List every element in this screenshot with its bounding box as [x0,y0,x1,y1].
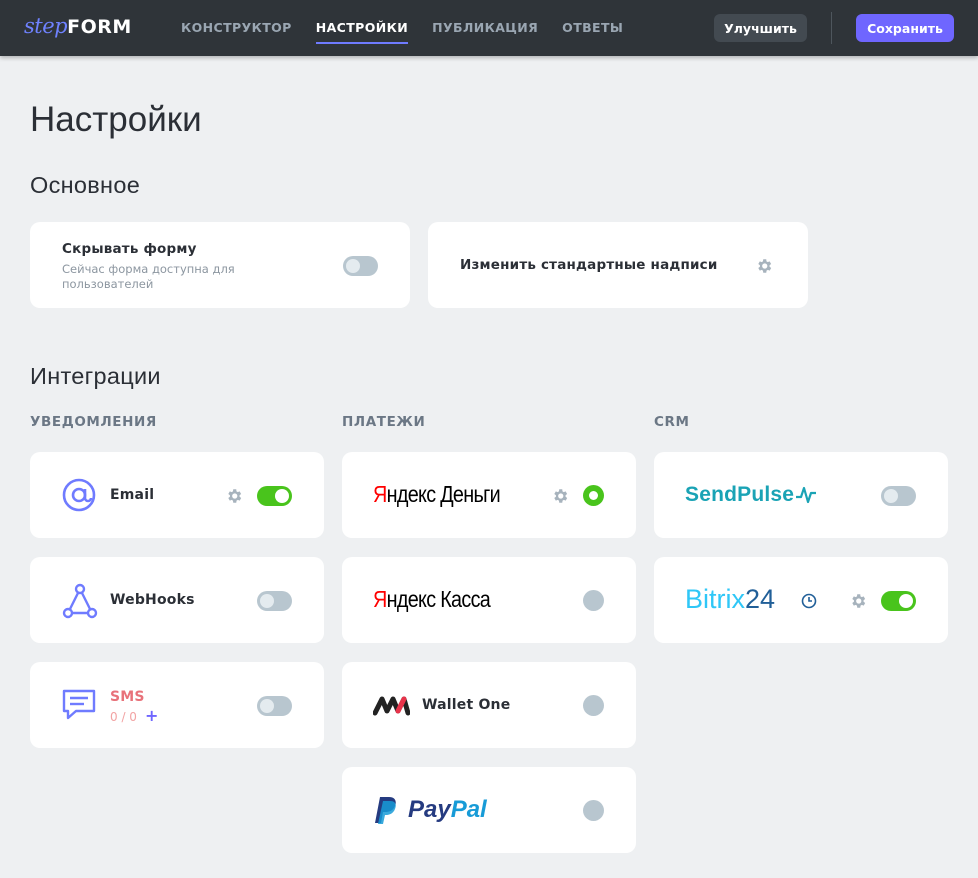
paypal-card: PayPal [342,767,636,853]
column-payments-label: ПЛАТЕЖИ [342,414,426,430]
sendpulse-toggle[interactable] [881,486,916,506]
wallet-one-radio[interactable] [583,695,604,716]
header-divider [831,12,832,44]
sendpulse-card: SendPulse [654,452,948,538]
webhooks-icon [62,583,98,619]
paypal-wordmark-pal: Pal [450,796,487,823]
sms-toggle[interactable] [257,696,292,716]
email-toggle[interactable] [257,486,292,506]
hide-form-title: Скрывать форму [62,241,197,257]
wallet-one-label: Wallet One [422,697,511,713]
yandex-kassa-logo: Яндекс Касса [373,586,491,613]
gear-icon[interactable] [551,487,569,505]
column-crm-label: CRM [654,414,690,430]
logo-form-text: FORM [67,16,132,38]
sms-add-button[interactable]: + [145,706,158,725]
upgrade-button[interactable]: Улучшить [714,14,807,42]
sms-count: 0 / 0 [110,710,137,724]
sms-card: SMS 0 / 0 + [30,662,324,748]
hide-form-toggle[interactable] [343,256,378,276]
change-labels-title: Изменить стандартные надписи [460,257,718,273]
paypal-logo-icon [375,797,396,824]
yandex-money-logo-tail: Деньги [440,481,500,507]
bitrix24-card: Bitrix24 [654,557,948,643]
chat-bubble-icon [62,689,96,720]
sms-label: SMS [110,689,145,705]
webhooks-toggle[interactable] [257,591,292,611]
webhooks-card: WebHooks [30,557,324,643]
bitrix24-logo: Bitrix24 [685,584,775,615]
nav-answers[interactable]: ОТВЕТЫ [562,0,623,56]
yandex-kassa-logo-tail: Касса [440,586,491,612]
wallet-one-logo-icon [373,696,410,716]
section-title-integrations: Интеграции [30,363,161,389]
stepform-logo[interactable]: step FORM [24,14,132,42]
wallet-one-card: Wallet One [342,662,636,748]
clock-icon [801,593,817,609]
section-title-basic: Основное [30,172,141,198]
webhooks-label: WebHooks [110,592,195,608]
yandex-money-card: Яндекс Деньги [342,452,636,538]
nav-publication[interactable]: ПУБЛИКАЦИЯ [432,0,538,56]
yandex-money-logo: Яндекс Деньги [373,481,501,508]
gear-icon[interactable] [225,487,243,505]
main-nav: КОНСТРУКТОР НАСТРОЙКИ ПУБЛИКАЦИЯ ОТВЕТЫ [181,0,647,56]
nav-settings[interactable]: НАСТРОЙКИ [315,0,409,56]
bitrix24-toggle[interactable] [881,591,916,611]
yandex-kassa-card: Яндекс Касса [342,557,636,643]
logo-step-text: step [24,14,68,38]
change-labels-card[interactable]: Изменить стандартные надписи [428,222,808,308]
save-button[interactable]: Сохранить [856,14,954,42]
yandex-kassa-radio[interactable] [583,590,604,611]
gear-icon[interactable] [849,592,867,610]
paypal-wordmark: PayPal [408,796,487,824]
hide-form-card: Скрывать форму Сейчас форма доступна для… [30,222,410,308]
nav-constructor[interactable]: КОНСТРУКТОР [181,0,292,56]
paypal-wordmark-pay: Pay [408,796,451,823]
email-card: Email [30,452,324,538]
email-label: Email [110,487,155,503]
sendpulse-logo: SendPulse [685,483,795,506]
page-title: Настройки [30,100,202,139]
yandex-money-logo-first: Я [373,481,387,507]
yandex-money-logo-rest: ндекс [386,481,436,507]
yandex-kassa-logo-first: Я [373,586,387,612]
bitrix24-logo-text: Bitrix [685,584,745,614]
bitrix24-logo-number: 24 [745,584,776,614]
top-bar: step FORM КОНСТРУКТОР НАСТРОЙКИ ПУБЛИКАЦИ… [0,0,978,56]
yandex-money-radio[interactable] [583,485,604,506]
hide-form-subtitle: Сейчас форма доступна для пользователей [62,262,235,291]
yandex-kassa-logo-rest: ндекс [386,586,436,612]
at-sign-icon [62,478,96,512]
paypal-radio[interactable] [583,800,604,821]
gear-icon[interactable] [755,257,773,275]
column-notifications-label: УВЕДОМЛЕНИЯ [30,414,157,430]
pulse-icon [796,486,816,504]
